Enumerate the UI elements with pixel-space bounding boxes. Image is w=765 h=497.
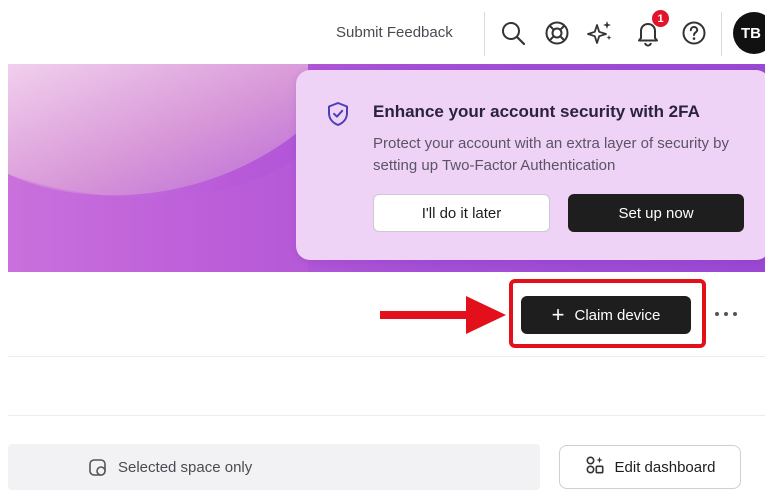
sparkle-icon[interactable] [584,17,616,49]
search-icon[interactable] [497,17,529,49]
do-it-later-button[interactable]: I'll do it later [373,194,550,232]
submit-feedback-link[interactable]: Submit Feedback [336,24,453,41]
two-factor-card: Enhance your account security with 2FA P… [296,70,765,260]
selected-space-icon[interactable] [88,458,108,483]
selected-space-only-toggle[interactable]: Selected space only [118,459,252,476]
more-horizontal-icon[interactable] [712,300,740,328]
plus-icon: + [551,302,565,327]
edit-dashboard-button[interactable]: Edit dashboard [559,445,741,489]
support-icon[interactable] [541,17,573,49]
card-description: Protect your account with an extra layer… [373,135,729,174]
top-bar: Submit Feedback 1 TB [0,0,765,64]
divider [8,356,765,357]
dashboard-icon [585,455,605,479]
edit-dashboard-label: Edit dashboard [614,458,716,476]
help-icon[interactable] [678,17,710,49]
claim-device-label: Claim device [574,306,661,324]
card-title: Enhance your account security with 2FA [373,102,700,121]
notification-badge: 1 [652,10,669,27]
avatar[interactable]: TB [733,12,765,54]
set-up-now-button[interactable]: Set up now [568,194,744,232]
divider [721,12,722,56]
divider [8,415,765,416]
claim-device-button[interactable]: + Claim device [521,296,691,334]
red-arrow-annotation [380,294,508,341]
divider [484,12,485,56]
shield-check-icon [326,101,350,132]
